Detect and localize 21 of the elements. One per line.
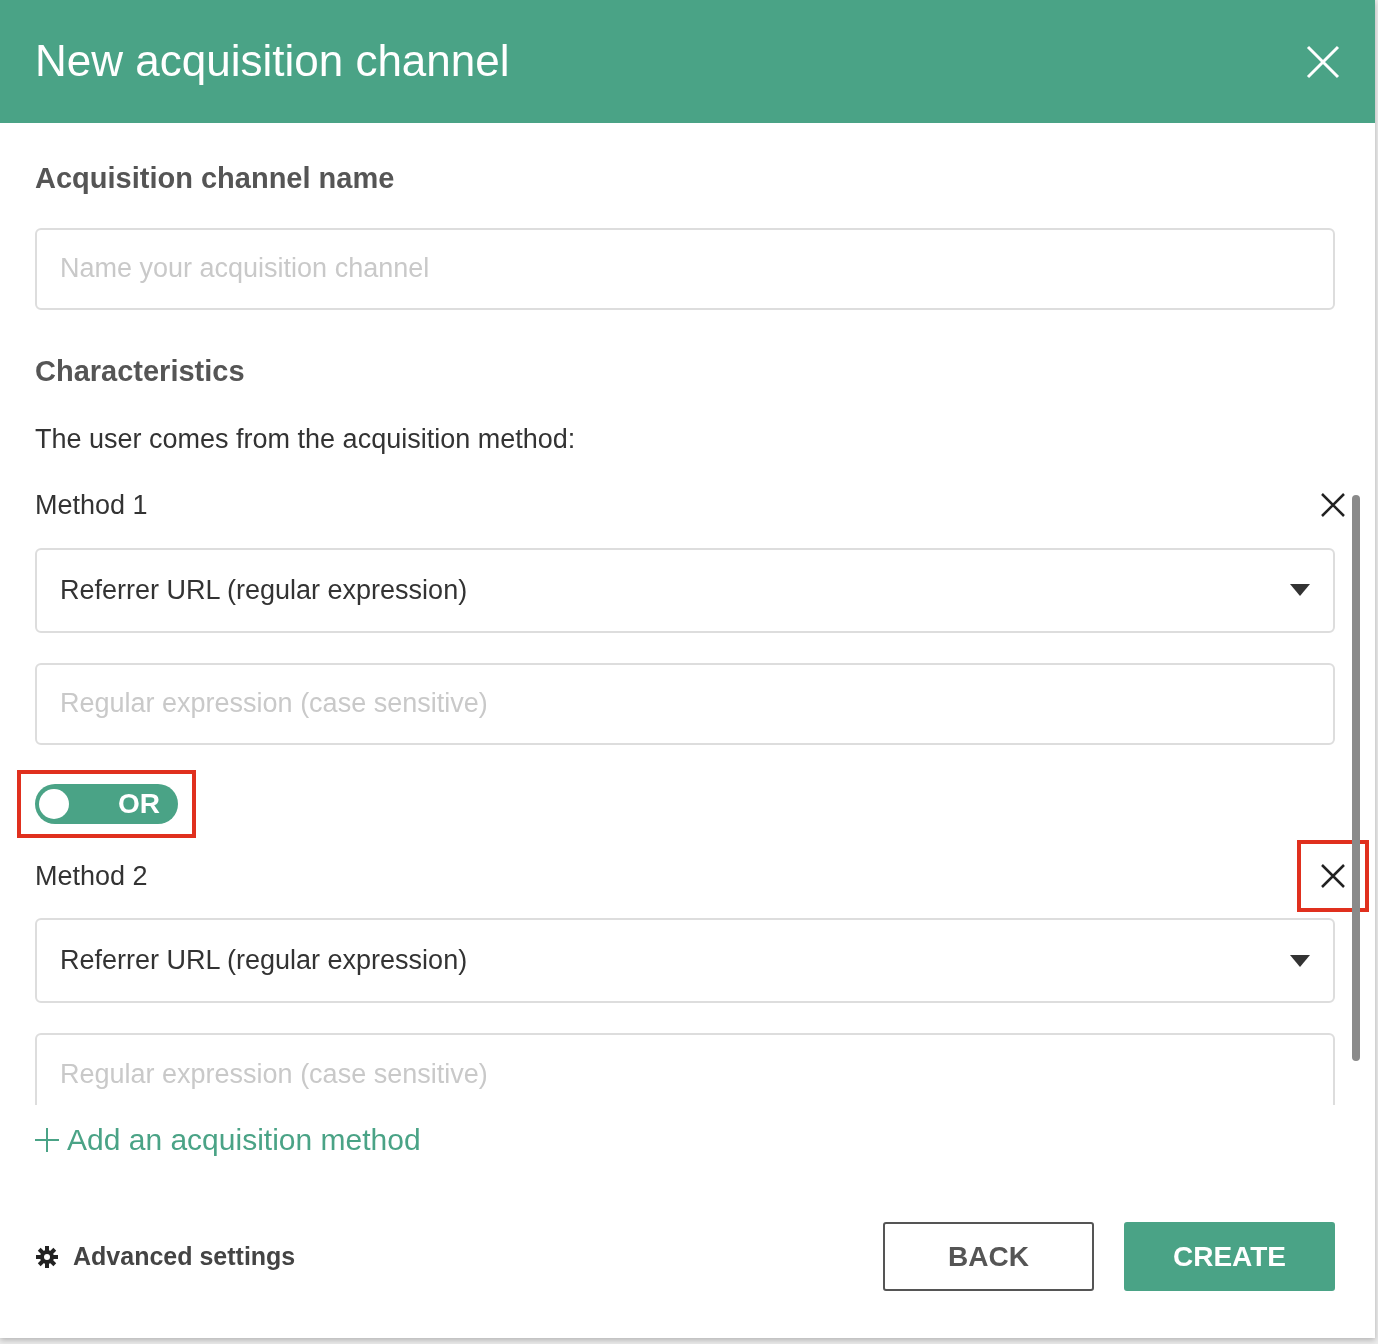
dialog-title: New acquisition channel <box>35 35 510 88</box>
remove-button[interactable] <box>1321 493 1345 518</box>
caret-icon <box>1290 954 1310 967</box>
close-icon <box>1321 493 1345 518</box>
advanced-settings-link[interactable]: Advanced settings <box>35 1237 296 1276</box>
section-heading: Acquisition channel name <box>35 161 396 196</box>
back-button[interactable]: BACK <box>883 1222 1094 1291</box>
gear-icon <box>35 1244 59 1269</box>
select-field[interactable]: Referrer URL (regular expression) <box>35 918 1335 1004</box>
close-icon <box>1321 863 1345 888</box>
close-button[interactable] <box>1306 44 1340 79</box>
method-label: Method 1 <box>35 489 148 523</box>
plus-icon <box>35 1127 59 1152</box>
method-label: Method 2 <box>35 859 148 893</box>
close-icon <box>1306 44 1340 79</box>
remove-button[interactable] <box>1321 863 1345 888</box>
select-field[interactable]: Referrer URL (regular expression) <box>35 547 1335 633</box>
intro-text: The user comes from the acquisition method: <box>35 422 577 456</box>
section-heading: Characteristics <box>35 353 246 389</box>
caret-icon <box>1290 584 1310 597</box>
scrollbar[interactable] <box>1352 495 1360 1061</box>
